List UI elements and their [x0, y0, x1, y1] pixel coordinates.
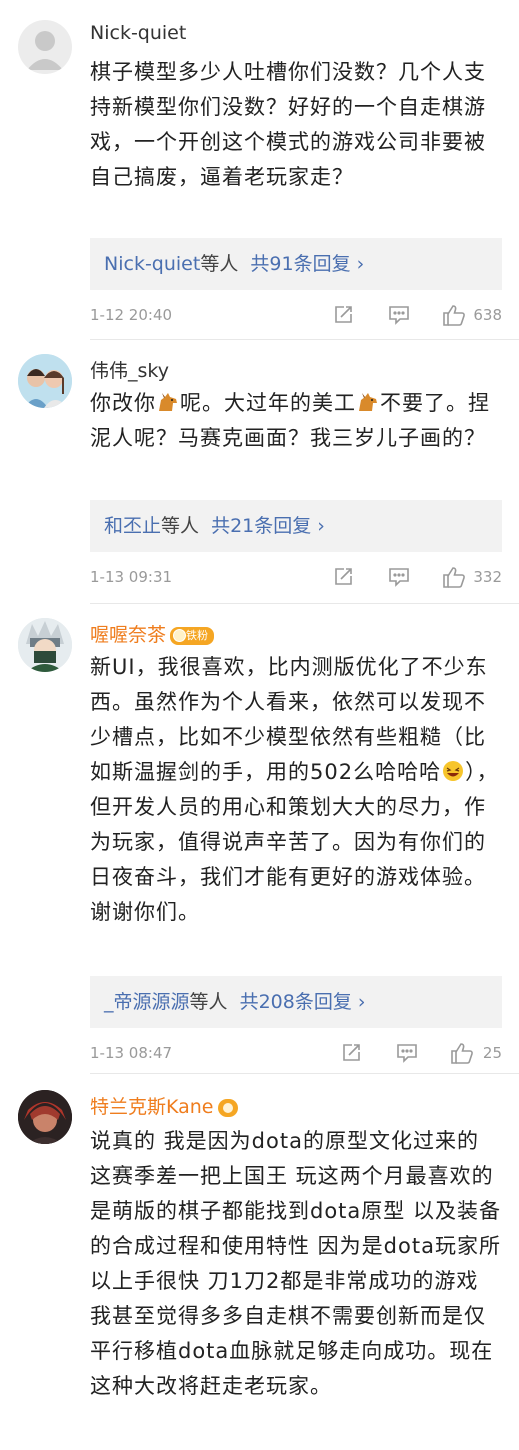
- like-count: 638: [473, 306, 502, 324]
- comment-meta: 1-12 20:40 638: [90, 304, 502, 328]
- horse-emoji-icon: [356, 389, 380, 411]
- horse-emoji-icon: [156, 389, 180, 411]
- laughing-emoji-icon: [441, 758, 465, 781]
- comment-icon[interactable]: [388, 566, 410, 592]
- reply-suffix: 等人: [189, 991, 228, 1013]
- avatar[interactable]: [18, 1090, 72, 1144]
- reply-count: 共91条回复: [250, 253, 351, 275]
- comment-text: 新UI，我很喜欢，比内测版优化了不少东西。虽然作为个人看来，依然可以发现不少槽点…: [90, 655, 499, 924]
- reply-suffix: 等人: [161, 515, 200, 537]
- chevron-right-icon: ›: [317, 515, 325, 537]
- reply-user: _帝源源源: [104, 991, 190, 1013]
- reply-count: 共208条回复: [239, 991, 352, 1013]
- share-icon[interactable]: [332, 566, 354, 592]
- username[interactable]: 喔喔奈茶 铁粉: [90, 620, 215, 647]
- username[interactable]: 伟伟_sky: [90, 356, 169, 383]
- comment-item: 喔喔奈茶 铁粉 新UI，我很喜欢，比内测版优化了不少东西。虽然作为个人看来，依然可…: [0, 604, 519, 1074]
- comment-meta: 1-13 08:47 25: [90, 1042, 502, 1066]
- vip-crown-icon: [217, 1098, 238, 1117]
- thumbs-up-icon[interactable]: [450, 1042, 474, 1068]
- share-icon[interactable]: [340, 1042, 362, 1068]
- reply-count: 共21条回复: [211, 515, 312, 537]
- share-icon[interactable]: [332, 304, 354, 330]
- comment-text: 说真的 我是因为dota的原型文化过来的 这赛季差一把上国王 玩这两个月最喜欢的…: [90, 1129, 501, 1398]
- comment-item: Nick-quiet 棋子模型多少人吐槽你们没数？几个人支持新模型你们没数？好好…: [0, 0, 519, 340]
- comment-text: 你改你 呢。大过年的美工 不要了。捏泥人呢？马赛克画面？我三岁儿子画的？: [90, 389, 490, 450]
- comment-item: 特兰克斯Kane 说真的 我是因为dota的原型文化过来的 这赛季差一把上国王 …: [0, 1074, 519, 1450]
- reply-user: Nick-quiet: [104, 253, 201, 275]
- reply-suffix: 等人: [200, 253, 239, 275]
- avatar[interactable]: [18, 618, 72, 672]
- reply-summary[interactable]: 和丕止等人 共21条回复 ›: [90, 500, 502, 552]
- like-count: 332: [473, 568, 502, 586]
- username[interactable]: 特兰克斯Kane: [90, 1092, 238, 1119]
- chevron-right-icon: ›: [357, 991, 366, 1013]
- comment-date: 1-13 08:47: [90, 1044, 173, 1062]
- avatar[interactable]: [18, 20, 72, 74]
- reply-user: 和丕止: [104, 515, 162, 537]
- username[interactable]: Nick-quiet: [90, 22, 186, 44]
- reply-summary[interactable]: Nick-quiet等人 共91条回复 ›: [90, 238, 502, 290]
- comment-text: 棋子模型多少人吐槽你们没数？几个人支持新模型你们没数？好好的一个自走棋游戏，一个…: [90, 60, 486, 189]
- thumbs-up-icon[interactable]: [442, 304, 466, 330]
- comment-item: 伟伟_sky 你改你 呢。大过年的美工 不要了。捏泥人呢？马赛克画面？我三岁儿子画的…: [0, 340, 519, 604]
- comment-date: 1-13 09:31: [90, 568, 173, 586]
- chevron-right-icon: ›: [356, 253, 365, 275]
- thumbs-up-icon[interactable]: [442, 566, 466, 592]
- avatar[interactable]: [18, 354, 72, 408]
- like-count: 25: [482, 1044, 502, 1062]
- comment-date: 1-12 20:40: [90, 306, 173, 324]
- fan-badge: 铁粉: [170, 626, 215, 645]
- reply-summary[interactable]: _帝源源源等人 共208条回复 ›: [90, 976, 502, 1028]
- comment-meta: 1-13 09:31 332: [90, 566, 502, 590]
- comment-icon[interactable]: [388, 304, 410, 330]
- comment-icon[interactable]: [396, 1042, 418, 1068]
